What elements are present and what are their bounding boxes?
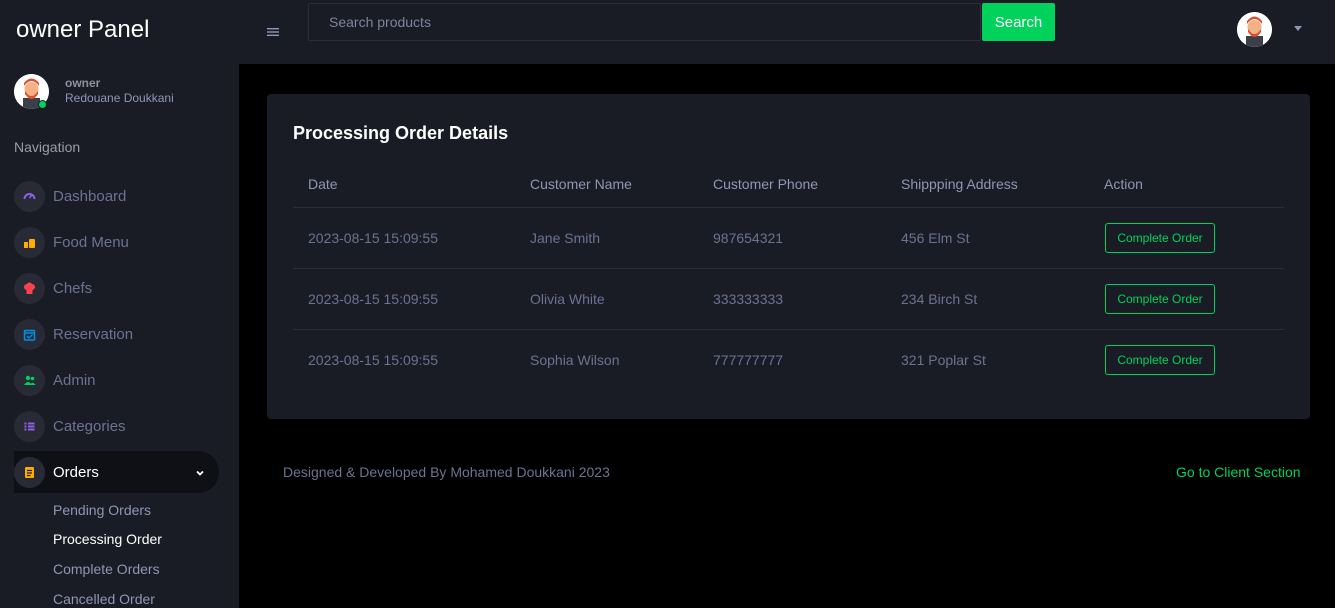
cell-customer-name: Jane Smith (530, 230, 601, 246)
users-icon (14, 364, 45, 396)
sidebar-item-orders[interactable]: Orders (14, 451, 219, 493)
cell-date: 2023-08-15 15:09:55 (308, 230, 438, 246)
sidebar-item-chefs[interactable]: Chefs (14, 267, 219, 309)
calendar-icon (14, 318, 45, 350)
sidebar-subitem-cancelled-order[interactable]: Cancelled Order (53, 591, 155, 607)
divider (293, 329, 1284, 330)
sidebar-item-reservation[interactable]: Reservation (14, 313, 219, 355)
sidebar-item-categories[interactable]: Categories (14, 405, 219, 447)
column-header-shipping-address: Shippping Address (901, 176, 1018, 192)
sidebar-item-label: Chefs (53, 279, 93, 297)
nav-heading: Navigation (14, 139, 81, 155)
complete-order-button[interactable]: Complete Order (1105, 223, 1215, 253)
divider (293, 207, 1284, 208)
sidebar-subitem-processing-order[interactable]: Processing Order (53, 531, 162, 547)
sidebar-item-label: Dashboard (53, 187, 127, 205)
topbar: Search (239, 0, 1335, 64)
caret-down-icon[interactable] (1294, 26, 1302, 31)
search-input[interactable] (308, 3, 981, 41)
avatar[interactable] (1237, 12, 1272, 47)
sidebar-item-label: Categories (53, 417, 126, 435)
column-header-date: Date (308, 176, 338, 192)
cell-customer-phone: 987654321 (713, 230, 784, 246)
sidebar-item-label: Admin (53, 371, 96, 389)
column-header-customer-name: Customer Name (530, 176, 632, 192)
complete-order-button[interactable]: Complete Order (1105, 345, 1215, 375)
sidebar-item-label: Orders (53, 463, 99, 481)
sidebar-item-dashboard[interactable]: Dashboard (14, 175, 219, 217)
cell-customer-phone: 333333333 (713, 291, 784, 307)
hamburger-menu-icon[interactable] (267, 24, 279, 42)
column-header-customer-phone: Customer Phone (713, 176, 819, 192)
search-button[interactable]: Search (982, 3, 1055, 41)
cell-date: 2023-08-15 15:09:55 (308, 291, 438, 307)
sidebar-item-label: Food Menu (53, 233, 129, 251)
sidebar-item-label: Reservation (53, 325, 134, 343)
online-status-dot (38, 100, 47, 109)
cell-customer-name: Sophia Wilson (530, 352, 620, 368)
sidebar: owner Panel owner Redouane Doukkani Navi… (0, 0, 239, 608)
sidebar-subitem-complete-orders[interactable]: Complete Orders (53, 561, 160, 577)
column-header-action: Action (1104, 176, 1143, 192)
food-icon (14, 226, 45, 258)
speedometer-icon (14, 180, 45, 212)
page-title: Processing Order Details (293, 123, 509, 143)
divider (293, 268, 1284, 269)
document-icon (14, 456, 45, 488)
chevron-down-icon[interactable] (195, 465, 205, 483)
profile-name: Redouane Doukkani (65, 91, 174, 105)
cell-shipping-address: 234 Birch St (901, 291, 978, 307)
cell-shipping-address: 321 Poplar St (901, 352, 986, 368)
profile-role: owner (65, 76, 101, 90)
brand-title[interactable]: owner Panel (16, 16, 149, 44)
chef-hat-icon (14, 272, 45, 304)
list-icon (14, 410, 45, 442)
cell-customer-name: Olivia White (530, 291, 605, 307)
footer-credit: Designed & Developed By Mohamed Doukkani… (283, 464, 610, 480)
sidebar-subitem-pending-orders[interactable]: Pending Orders (53, 502, 151, 518)
cell-customer-phone: 777777777 (713, 352, 784, 368)
sidebar-item-admin[interactable]: Admin (14, 359, 219, 401)
client-section-link[interactable]: Go to Client Section (1176, 464, 1301, 480)
sidebar-item-food-menu[interactable]: Food Menu (14, 221, 219, 263)
cell-date: 2023-08-15 15:09:55 (308, 352, 438, 368)
complete-order-button[interactable]: Complete Order (1105, 284, 1215, 314)
cell-shipping-address: 456 Elm St (901, 230, 970, 246)
